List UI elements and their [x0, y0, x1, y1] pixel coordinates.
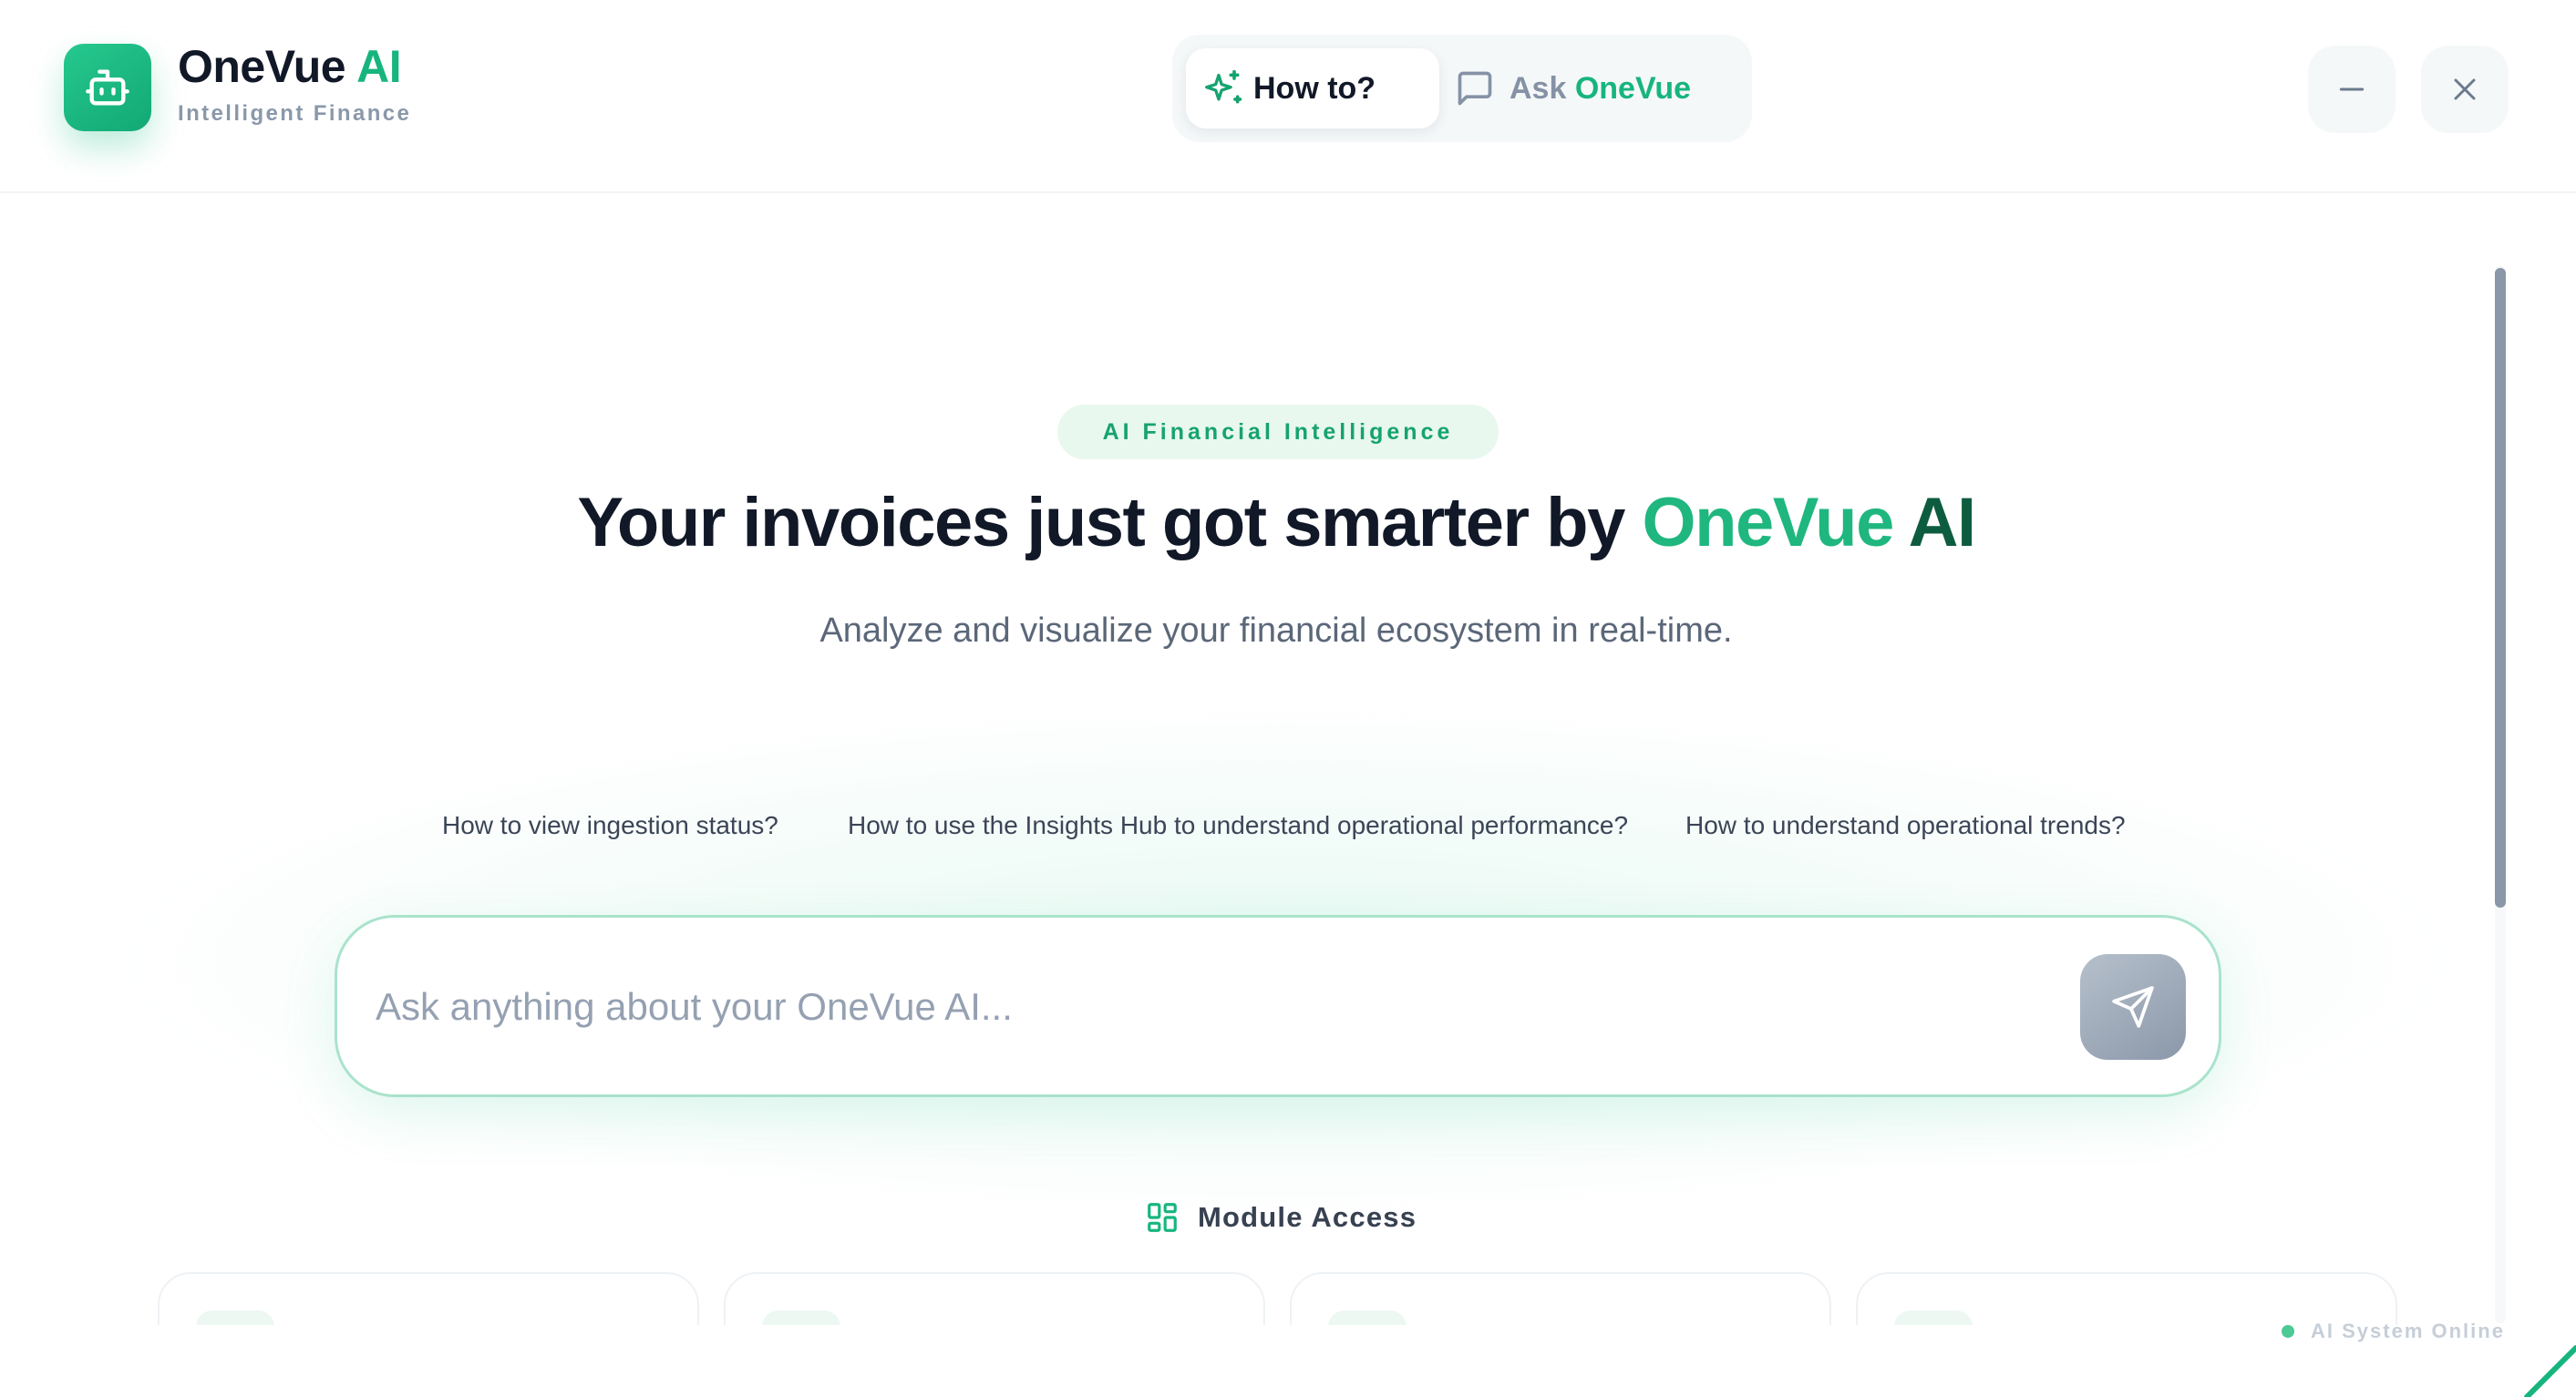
close-icon — [2454, 78, 2476, 100]
howto-tab[interactable]: How to? — [1186, 48, 1439, 128]
howto-tab-label: How to? — [1253, 70, 1376, 106]
scrollbar-thumb[interactable] — [2495, 268, 2506, 908]
ask-box — [335, 915, 2221, 1097]
send-button[interactable] — [2080, 954, 2186, 1060]
hero-badge: AI Financial Intelligence — [1057, 405, 1499, 459]
footer-mask — [0, 1325, 2576, 1397]
minimize-button[interactable] — [2308, 46, 2396, 133]
grid-icon — [1148, 1203, 1177, 1232]
module-access-heading: Module Access — [1145, 1199, 1417, 1236]
headline-accent-a: OneVue — [1642, 484, 1894, 561]
brand-title: OneVue AI — [178, 40, 402, 93]
suggestion-operational-trends[interactable]: How to understand operational trends? — [1685, 811, 2126, 840]
minus-icon — [2339, 87, 2365, 91]
headline-prefix: Your invoices just got smarter by — [577, 484, 1625, 561]
app-header: OneVue AI Intelligent Finance How to? As… — [0, 0, 2576, 193]
resize-corner-icon[interactable] — [2521, 1340, 2576, 1397]
chat-bubble-icon — [1455, 68, 1495, 117]
system-status: AI System Online — [2282, 1318, 2505, 1345]
ask-prefix: Ask — [1510, 70, 1567, 106]
status-dot-icon — [2282, 1325, 2294, 1338]
headline-accent-b: AI — [1908, 484, 1977, 561]
sparkles-icon — [1204, 68, 1244, 117]
close-button[interactable] — [2421, 46, 2509, 133]
module-access-label: Module Access — [1198, 1201, 1417, 1233]
ask-accent: OneVue — [1574, 70, 1692, 106]
suggestion-ingestion-status[interactable]: How to view ingestion status? — [442, 811, 778, 840]
brand-name: OneVue — [178, 41, 346, 92]
suggestion-insights-hub[interactable]: How to use the Insights Hub to understan… — [848, 811, 1628, 840]
main-content: AI Financial Intelligence Your invoices … — [0, 195, 2576, 1397]
ask-input[interactable] — [374, 954, 2014, 1060]
hero-headline: Your invoices just got smarter by OneVue… — [0, 483, 2552, 562]
send-icon — [2112, 986, 2154, 1028]
mode-switch: How to? Ask OneVue — [1172, 35, 1752, 142]
robot-logo-icon — [64, 44, 151, 131]
brand-tagline: Intelligent Finance — [178, 101, 412, 126]
hero-subheadline: Analyze and visualize your financial eco… — [819, 611, 1733, 650]
status-text: AI System Online — [2311, 1320, 2505, 1342]
onevue-ai-window: OneVue AI Intelligent Finance How to? As… — [0, 0, 2576, 1397]
ask-onevue-tab-label: Ask OneVue — [1510, 71, 1691, 107]
brand-name-accent: AI — [356, 41, 402, 92]
ask-onevue-tab[interactable]: Ask OneVue — [1455, 48, 1737, 128]
